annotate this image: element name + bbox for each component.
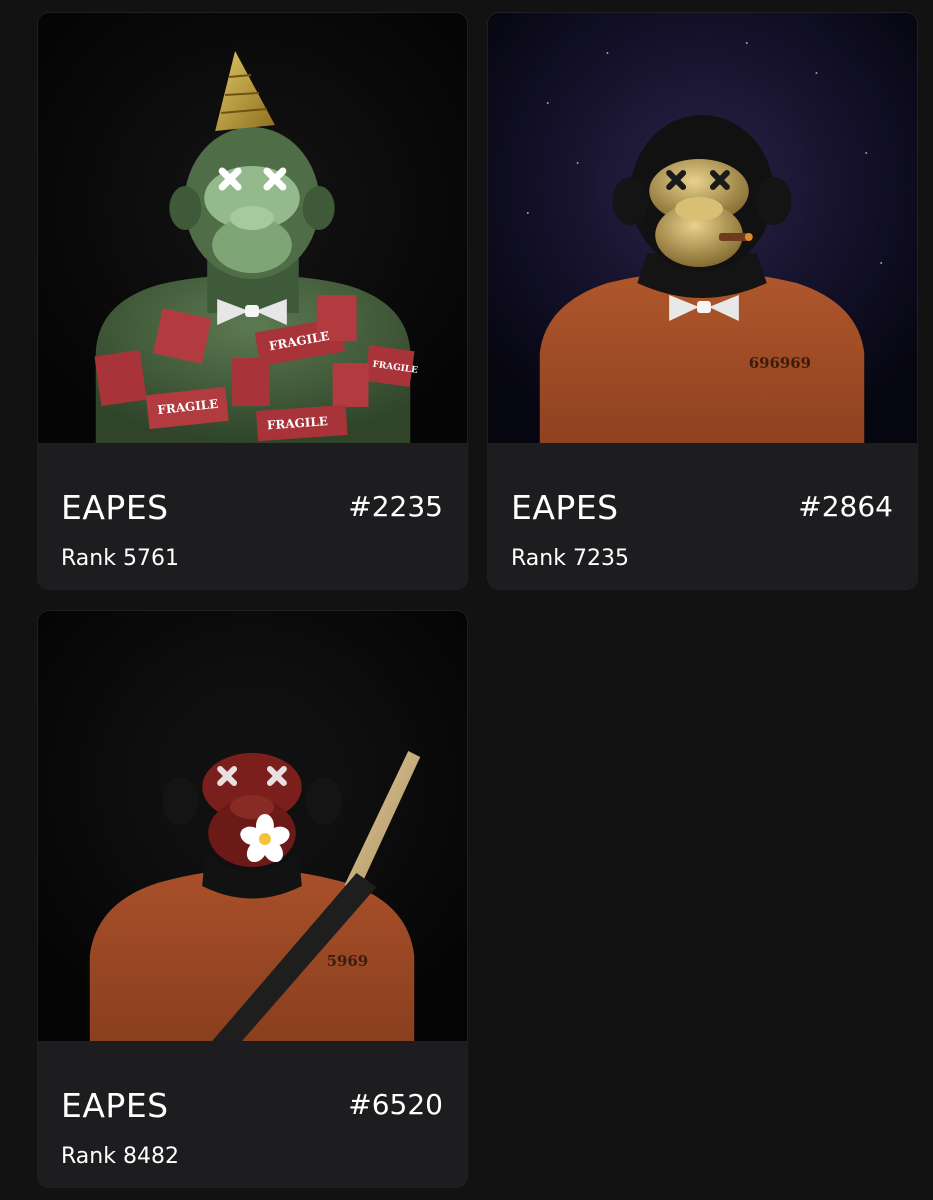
card-info: EAPES #2235 Rank 5761 <box>38 443 467 589</box>
rank-label: Rank 8482 <box>61 1144 179 1169</box>
nft-card[interactable]: 696969 EAPES #2864 Rank 7235 <box>487 12 918 590</box>
token-id: #6520 <box>348 1088 443 1121</box>
token-id: #2235 <box>348 490 443 523</box>
nft-image[interactable]: 696969 <box>488 13 917 443</box>
nft-image[interactable]: FRAGILE FRAGILE FRAGILE FRAGILE <box>38 13 467 443</box>
card-info: EAPES #2864 Rank 7235 <box>488 443 917 589</box>
card-info: EAPES #6520 Rank 8482 <box>38 1041 467 1187</box>
token-id: #2864 <box>798 490 893 523</box>
shirt-number: 696969 <box>749 354 811 372</box>
rank-label: Rank 5761 <box>61 546 179 571</box>
nft-grid: FRAGILE FRAGILE FRAGILE FRAGILE EAPES #2… <box>0 0 933 1200</box>
rank-label: Rank 7235 <box>511 546 629 571</box>
collection-name: EAPES <box>61 1086 169 1125</box>
collection-name: EAPES <box>61 488 169 527</box>
shirt-number: 5969 <box>327 952 369 970</box>
nft-image[interactable]: 5969 <box>38 611 467 1041</box>
nft-card[interactable]: FRAGILE FRAGILE FRAGILE FRAGILE EAPES #2… <box>37 12 468 590</box>
ape-artwork: 696969 <box>488 13 917 443</box>
collection-name: EAPES <box>511 488 619 527</box>
ape-artwork: FRAGILE FRAGILE FRAGILE FRAGILE <box>38 13 467 443</box>
ape-artwork: 5969 <box>38 611 467 1041</box>
nft-card[interactable]: 5969 EAPES #6520 Rank 8482 <box>37 610 468 1188</box>
